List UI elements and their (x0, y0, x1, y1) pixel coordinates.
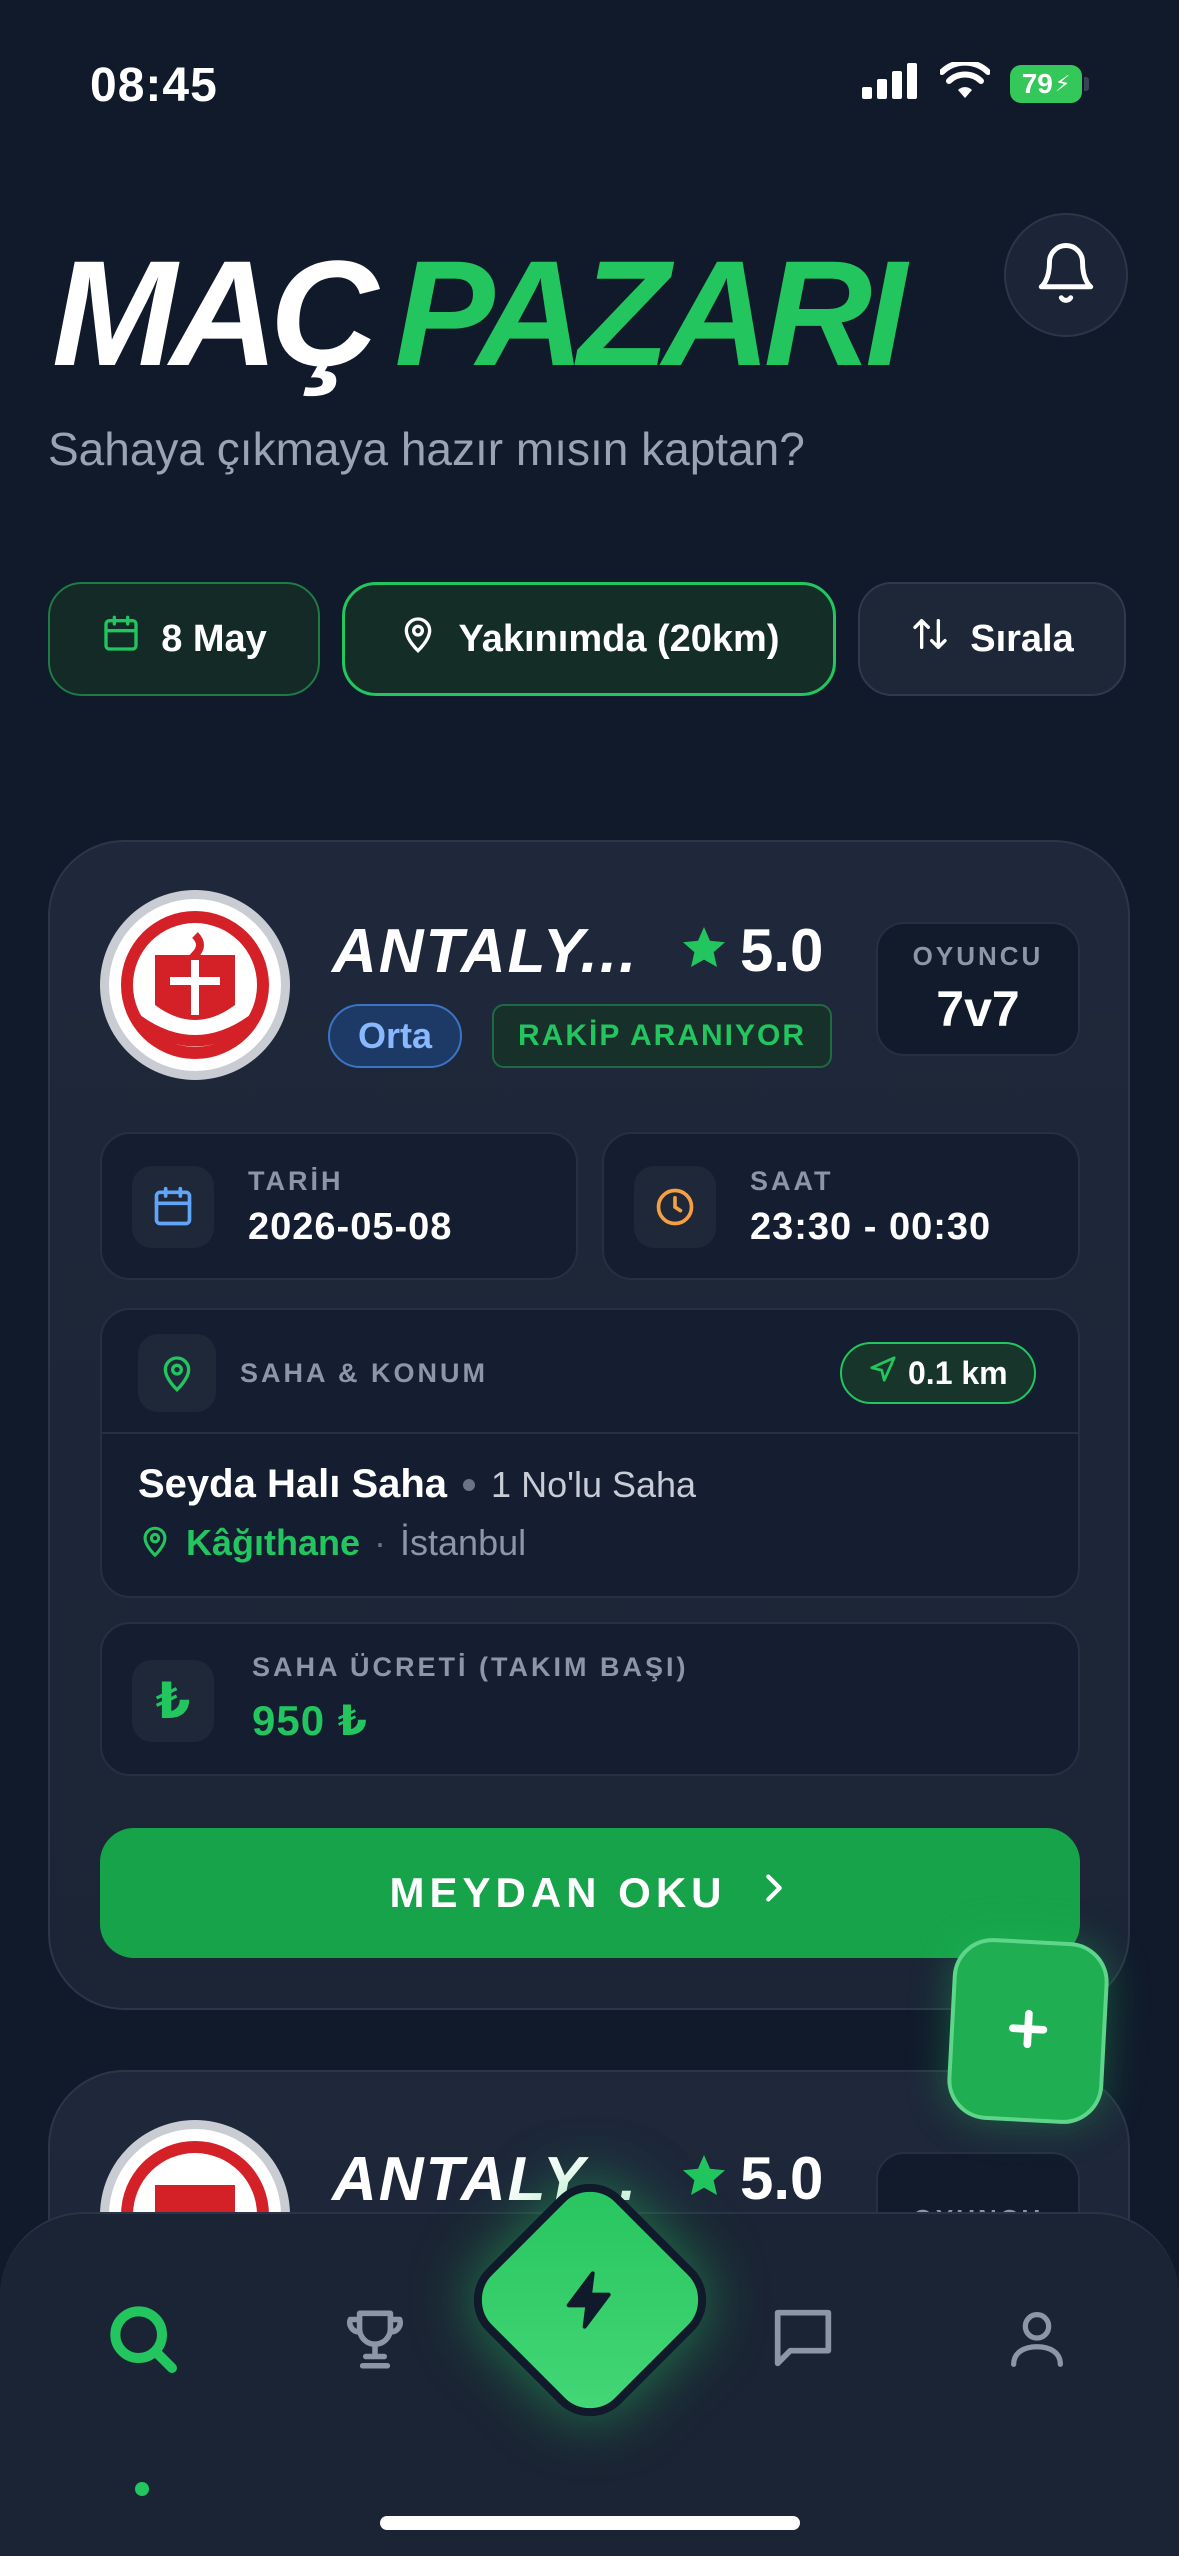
nav-messages[interactable] (753, 2290, 853, 2390)
status-badge: RAKİP ARANIYOR (492, 1004, 833, 1068)
battery-icon: 79 ⚡ (1010, 64, 1089, 103)
sort-arrows-icon (910, 614, 950, 664)
star-icon (680, 916, 728, 985)
page-subtitle: Sahaya çıkmaya hazır mısın kaptan? (48, 423, 805, 475)
bell-icon (1033, 240, 1099, 311)
date-box: TARİH 2026-05-08 (100, 1132, 578, 1280)
venue-label: SAHA & KONUM (240, 1358, 488, 1388)
city: İstanbul (400, 1522, 527, 1563)
wifi-icon (939, 59, 991, 105)
date-label: TARİH (248, 1166, 344, 1196)
location-pin-small-icon (138, 1524, 172, 1563)
title-green: PAZARI (394, 229, 907, 397)
fee-box: ₺ SAHA ÜCRETİ (TAKIM BAŞI) 950 ₺ (100, 1622, 1080, 1776)
level-badge: Orta (328, 1004, 463, 1068)
rating-value: 5.0 (740, 2145, 824, 2212)
plus-icon (1004, 2004, 1053, 2057)
cellular-signal-icon (862, 63, 920, 104)
calendar-icon (132, 1166, 214, 1248)
chevron-right-icon (757, 1868, 791, 1918)
notifications-button[interactable] (1004, 213, 1128, 337)
nav-search[interactable] (92, 2290, 192, 2390)
venue-location-row: Kâğıthane · İstanbul (138, 1522, 526, 1564)
time-label: SAAT (750, 1166, 834, 1196)
player-format-box: OYUNCU 7v7 (876, 922, 1080, 1056)
date-filter-label: 8 May (161, 617, 267, 660)
location-filter-chip[interactable]: Yakınımda (20km) (342, 582, 836, 696)
location-pin-icon (138, 1334, 216, 1412)
team-rating: 5.0 (680, 916, 823, 985)
team-logo (100, 890, 290, 1080)
district: Kâğıthane (186, 1522, 361, 1563)
time-box: SAAT 23:30 - 00:30 (602, 1132, 1080, 1280)
match-card[interactable]: ANTALY... 5.0 Orta RAKİP ARANIYOR OYUNCU… (48, 840, 1130, 2010)
clock-icon (634, 1166, 716, 1248)
battery-level: 79 (1021, 67, 1053, 99)
sort-button[interactable]: Sırala (858, 582, 1126, 696)
chat-icon (765, 2300, 841, 2381)
date-value: 2026-05-08 (248, 1206, 453, 1248)
fee-label: SAHA ÜCRETİ (TAKIM BAŞI) (252, 1652, 689, 1682)
separator-dot (463, 1478, 476, 1491)
status-icons: 79 ⚡ (862, 59, 1089, 105)
title-white: MAÇ (52, 229, 380, 397)
venue-field: 1 No'lu Saha (491, 1463, 697, 1505)
page-title: MAÇ PAZARI (52, 238, 907, 388)
location-filter-label: Yakınımda (20km) (458, 617, 780, 660)
status-time: 08:45 (90, 59, 218, 112)
search-icon (102, 2298, 182, 2383)
divider (102, 1432, 1078, 1434)
location-pin-icon (398, 614, 438, 664)
time-value: 23:30 - 00:30 (750, 1206, 992, 1248)
separator: · (374, 1522, 387, 1563)
nav-profile[interactable] (987, 2290, 1087, 2390)
sort-label: Sırala (970, 617, 1074, 660)
fee-value: 950 ₺ (252, 1697, 368, 1744)
lira-icon: ₺ (132, 1660, 214, 1742)
distance-badge: 0.1 km (840, 1342, 1036, 1404)
home-indicator (380, 2516, 800, 2530)
bolt-icon (540, 2250, 640, 2350)
distance-value: 0.1 km (908, 1354, 1008, 1391)
rating-value: 5.0 (740, 917, 824, 984)
venue-name: Seyda Halı Saha (138, 1462, 448, 1506)
navigation-arrow-icon (868, 1354, 898, 1392)
venue-title-row: Seyda Halı Saha 1 No'lu Saha (138, 1462, 696, 1507)
active-indicator (135, 2482, 149, 2496)
star-icon (680, 2144, 728, 2213)
profile-icon (1002, 2303, 1072, 2378)
player-format-label: OYUNCU (912, 940, 1044, 971)
create-match-button[interactable] (945, 1936, 1111, 2126)
date-filter-chip[interactable]: 8 May (48, 582, 320, 696)
team-rating: 5.0 (680, 2144, 823, 2213)
challenge-button[interactable]: MEYDAN OKU (100, 1828, 1080, 1958)
challenge-button-label: MEYDAN OKU (389, 1869, 727, 1916)
trophy-icon (338, 2301, 412, 2380)
nav-trophy[interactable] (325, 2290, 425, 2390)
venue-box[interactable]: SAHA & KONUM 0.1 km Seyda Halı Saha 1 No… (100, 1308, 1080, 1598)
player-format-value: 7v7 (936, 980, 1020, 1037)
calendar-icon (101, 614, 141, 664)
team-name: ANTALY... (332, 917, 639, 986)
